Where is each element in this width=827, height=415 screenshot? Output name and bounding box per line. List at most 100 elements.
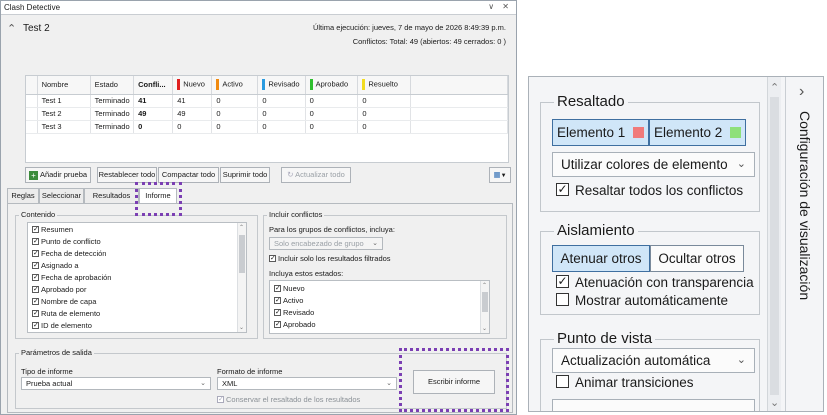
status-color-swatch bbox=[216, 79, 220, 91]
scroll-down-icon[interactable]: ⌄ bbox=[239, 324, 244, 331]
contents-scrollbar[interactable]: ⌃ ⌄ bbox=[237, 223, 246, 332]
viewpoint-mode-combo[interactable]: Actualización automática ⌄ bbox=[552, 348, 755, 373]
checkbox-icon: ✓ bbox=[32, 273, 39, 281]
column-header[interactable]: Nuevo bbox=[172, 76, 213, 95]
viewpoint-group-title: Punto de vista bbox=[554, 330, 656, 347]
table-row[interactable]: Test 2 Terminado 49 49 0 0 0 0 bbox=[26, 107, 509, 121]
states-listbox[interactable]: ✓ Nuevo ✓ Activo ✓ Revisado ✓ Aprobado ⌃ ⌄ bbox=[269, 280, 490, 334]
column-header[interactable]: Confli... bbox=[133, 76, 174, 95]
animate-transitions-checkbox[interactable]: Animar transiciones bbox=[556, 374, 694, 390]
report-format-combo[interactable]: XML ⌄ bbox=[217, 377, 397, 390]
auto-show-checkbox[interactable]: Mostrar automáticamente bbox=[556, 292, 728, 308]
contents-scroll-thumb[interactable] bbox=[239, 235, 245, 273]
scroll-down-icon[interactable]: ⌄ bbox=[770, 396, 779, 409]
chevron-right-icon[interactable]: › bbox=[799, 83, 804, 101]
table-cell: 0 bbox=[357, 107, 411, 121]
scroll-up-icon[interactable]: ⌃ bbox=[482, 282, 487, 289]
states-label: Incluya estos estados: bbox=[269, 269, 344, 278]
column-header[interactable]: Activo bbox=[211, 76, 259, 95]
checkbox-icon bbox=[556, 292, 569, 306]
column-header[interactable]: Resuelto bbox=[357, 76, 411, 95]
include-conflicts-title: Incluir conflictos bbox=[267, 210, 325, 219]
table-cell: 41 bbox=[133, 94, 174, 108]
column-header[interactable]: Nombre bbox=[37, 76, 91, 95]
chevron-down-icon: ⌄ bbox=[736, 354, 746, 366]
side-tab-title[interactable]: Configuración de visualización bbox=[797, 111, 813, 300]
column-header[interactable]: Estado bbox=[90, 76, 135, 95]
state-checkbox-item[interactable]: ✓ Activo bbox=[274, 296, 303, 305]
scroll-up-icon[interactable]: ⌃ bbox=[770, 81, 779, 94]
table-row[interactable]: Test 1 Terminado 41 41 0 0 0 0 bbox=[26, 94, 509, 108]
contents-checkbox-item[interactable]: ✓ Asignado a bbox=[32, 261, 79, 270]
state-checkbox-item[interactable]: ✓ Revisado bbox=[274, 308, 314, 317]
chevron-down-icon: ⌄ bbox=[736, 158, 746, 170]
checkbox-icon: ✓ bbox=[32, 225, 39, 233]
column-header[interactable]: Revisado bbox=[257, 76, 306, 95]
tab-select[interactable]: Seleccionar bbox=[39, 188, 84, 204]
element-2-button[interactable]: Elemento 2 bbox=[649, 119, 746, 146]
table-cell: 0 bbox=[357, 120, 411, 134]
row-header-cell bbox=[26, 120, 38, 134]
reset-all-button[interactable]: Restablecer todo bbox=[97, 167, 157, 183]
contents-checkbox-item[interactable]: ✓ Resumen bbox=[32, 225, 73, 234]
table-cell: Test 2 bbox=[37, 107, 91, 121]
table-cell: Terminado bbox=[90, 107, 135, 121]
tests-grid[interactable]: Nombre Estado Confli... Nuevo Activo Revisado… bbox=[25, 75, 509, 163]
settings-scrollbar[interactable]: ⌃ ⌄ bbox=[767, 77, 781, 411]
settings-scroll-thumb[interactable] bbox=[770, 97, 779, 395]
table-cell: Test 1 bbox=[37, 94, 91, 108]
export-icon: ▦ bbox=[493, 170, 501, 179]
filtered-only-checkbox[interactable]: ✓ Incluir solo los resultados filtrados bbox=[269, 254, 391, 263]
checkbox-icon: ✓ bbox=[32, 321, 39, 329]
table-cell: 0 bbox=[257, 94, 306, 108]
table-cell: 0 bbox=[257, 120, 306, 134]
contents-checkbox-item[interactable]: ✓ Ruta de elemento bbox=[32, 309, 100, 318]
contents-checkbox-item[interactable]: ✓ ID de elemento bbox=[32, 321, 92, 330]
highlight-all-checkbox[interactable]: ✓ Resaltar todos los conflictos bbox=[556, 182, 743, 198]
panel-window-controls[interactable]: ∨ ✕ bbox=[488, 2, 512, 11]
delete-all-button[interactable]: Suprimir todo bbox=[220, 167, 270, 183]
state-checkbox-item[interactable]: ✓ Nuevo bbox=[274, 284, 305, 293]
states-scroll-thumb[interactable] bbox=[482, 292, 488, 312]
table-cell-filler bbox=[410, 120, 509, 134]
contents-listbox[interactable]: ✓ Resumen ✓ Punto de conflicto ✓ Fecha de det… bbox=[27, 222, 247, 333]
contents-checkbox-item[interactable]: ✓ Punto de conflicto bbox=[32, 237, 101, 246]
table-cell: 0 bbox=[357, 94, 411, 108]
table-row[interactable]: Test 3 Terminado 0 0 0 0 0 0 bbox=[26, 120, 509, 134]
column-header[interactable]: Aprobado bbox=[305, 76, 359, 95]
panel-titlebar: Clash Detective ∨ ✕ bbox=[1, 1, 516, 15]
table-cell: Terminado bbox=[90, 94, 135, 108]
add-test-button[interactable]: + Añadir prueba bbox=[25, 167, 91, 183]
element-1-button[interactable]: Elemento 1 bbox=[552, 119, 649, 146]
checkbox-icon: ✓ bbox=[274, 320, 281, 328]
contents-checkbox-item[interactable]: ✓ Fecha de aprobación bbox=[32, 273, 111, 282]
compact-all-button[interactable]: Compactar todo bbox=[158, 167, 219, 183]
highlight-mode-combo[interactable]: Utilizar colores de elemento ⌄ bbox=[552, 152, 755, 177]
update-all-button: ↻ Actualizar todo bbox=[281, 167, 351, 183]
contents-checkbox-item[interactable]: ✓ Aprobado por bbox=[32, 285, 86, 294]
export-dropdown-button[interactable]: ▦▼ bbox=[489, 167, 511, 183]
current-test-name: Test 2 bbox=[23, 23, 50, 34]
cut-off-control[interactable] bbox=[552, 399, 755, 411]
table-cell: 0 bbox=[172, 120, 213, 134]
dim-others-button[interactable]: Atenuar otros bbox=[552, 245, 650, 272]
tab-results[interactable]: Resultados bbox=[84, 188, 139, 204]
scroll-up-icon[interactable]: ⌃ bbox=[239, 224, 244, 231]
hide-others-button[interactable]: Ocultar otros bbox=[650, 245, 744, 272]
highlight-group-title: Resaltado bbox=[554, 93, 628, 110]
transparency-dimming-checkbox[interactable]: ✓ Atenuación con transparencia bbox=[556, 273, 754, 290]
tab-rules[interactable]: Reglas bbox=[7, 188, 39, 204]
contents-checkbox-item[interactable]: ✓ Fecha de detección bbox=[32, 249, 106, 258]
state-checkbox-item[interactable]: ✓ Aprobado bbox=[274, 320, 316, 329]
table-cell: 0 bbox=[257, 107, 306, 121]
chevron-down-icon: ⌄ bbox=[386, 380, 392, 387]
checkbox-icon: ✓ bbox=[556, 273, 569, 288]
states-scrollbar[interactable]: ⌃ ⌄ bbox=[480, 281, 489, 333]
chevron-down-icon: ▼ bbox=[500, 173, 507, 179]
scroll-down-icon[interactable]: ⌄ bbox=[482, 325, 487, 332]
contents-checkbox-item[interactable]: ✓ Nombre de capa bbox=[32, 297, 96, 306]
collapse-chevron-icon[interactable]: ⌃ bbox=[7, 22, 16, 35]
report-type-label: Tipo de informe bbox=[21, 367, 73, 376]
report-type-combo[interactable]: Prueba actual ⌄ bbox=[21, 377, 211, 390]
checkbox-icon: ✓ bbox=[32, 297, 39, 305]
